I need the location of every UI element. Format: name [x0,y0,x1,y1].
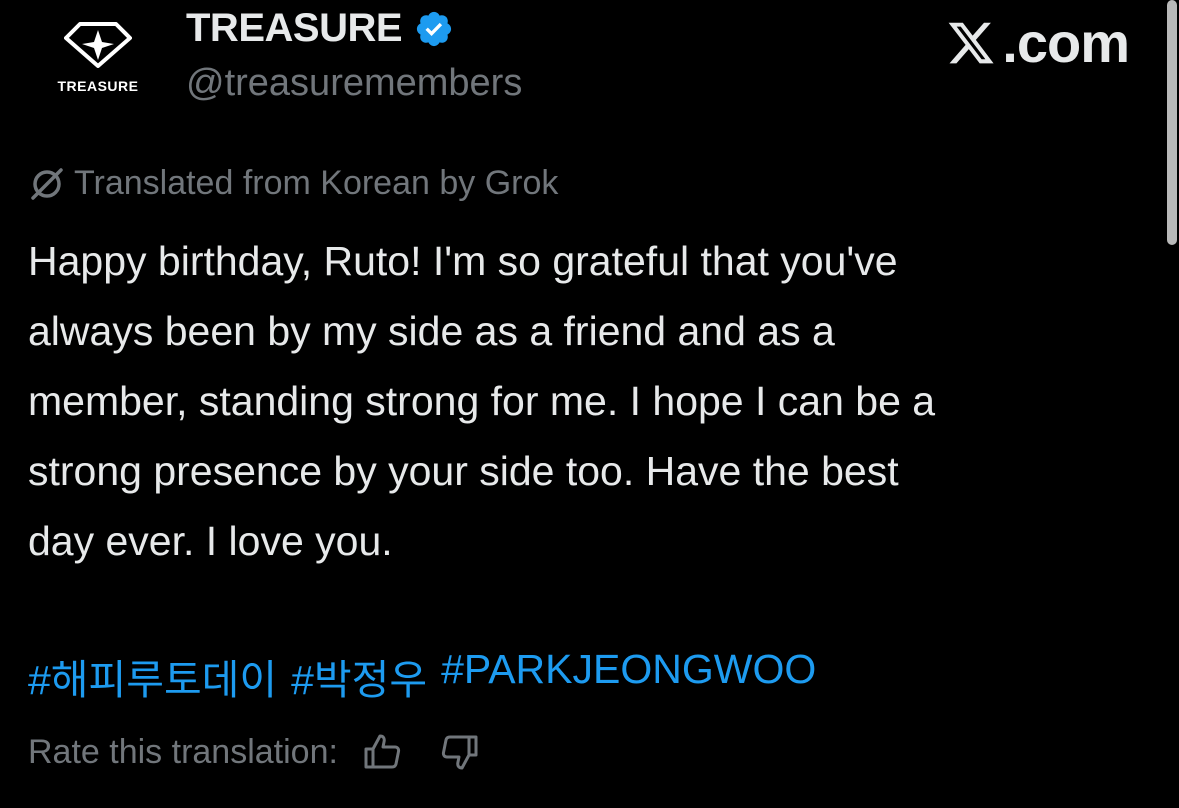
treasure-logo-icon [64,22,132,68]
brand-label: .com [1002,11,1130,74]
hashtag-list: #해피루토데이 #박정우 #PARKJEONGWOO [28,646,816,706]
author-handle[interactable]: @treasuremembers [186,62,522,105]
thumbs-down-button[interactable] [438,730,482,774]
post-text-line: member, standing strong for me. I hope I… [28,378,936,424]
post-text-line: Happy birthday, Ruto! I'm so grateful th… [28,238,898,284]
post-text-line: always been by my side as a friend and a… [28,308,835,354]
thumbs-up-icon [364,734,401,769]
rate-translation: Rate this translation: [28,730,482,774]
rate-label: Rate this translation: [28,732,338,771]
avatar[interactable]: TREASURE [40,12,156,112]
x-brand: .com [944,10,1130,75]
post-text-line: strong presence by your side too. Have t… [28,448,899,494]
translation-notice: Translated from Korean by Grok [28,164,558,203]
post-text-line: day ever. I love you. [28,518,393,564]
scrollbar[interactable] [1167,0,1177,245]
x-logo-icon [948,22,994,63]
hashtag-link[interactable]: #박정우 [291,646,427,706]
post-text: Happy birthday, Ruto! I'm so grateful th… [28,226,1158,576]
thumbs-down-icon [441,735,478,770]
verified-badge-icon [416,11,452,46]
avatar-label: TREASURE [57,78,139,94]
hashtag-link[interactable]: #PARKJEONGWOO [441,646,816,706]
post-page: TREASURE TREASURE @treasuremembers .com … [0,0,1179,808]
translation-label: Translated from Korean by Grok [74,164,559,202]
display-name[interactable]: TREASURE [186,6,403,51]
thumbs-up-button[interactable] [360,730,404,774]
grok-icon [31,167,63,200]
author-name-row: TREASURE [186,6,454,51]
hashtag-link[interactable]: #해피루토데이 [28,646,277,706]
